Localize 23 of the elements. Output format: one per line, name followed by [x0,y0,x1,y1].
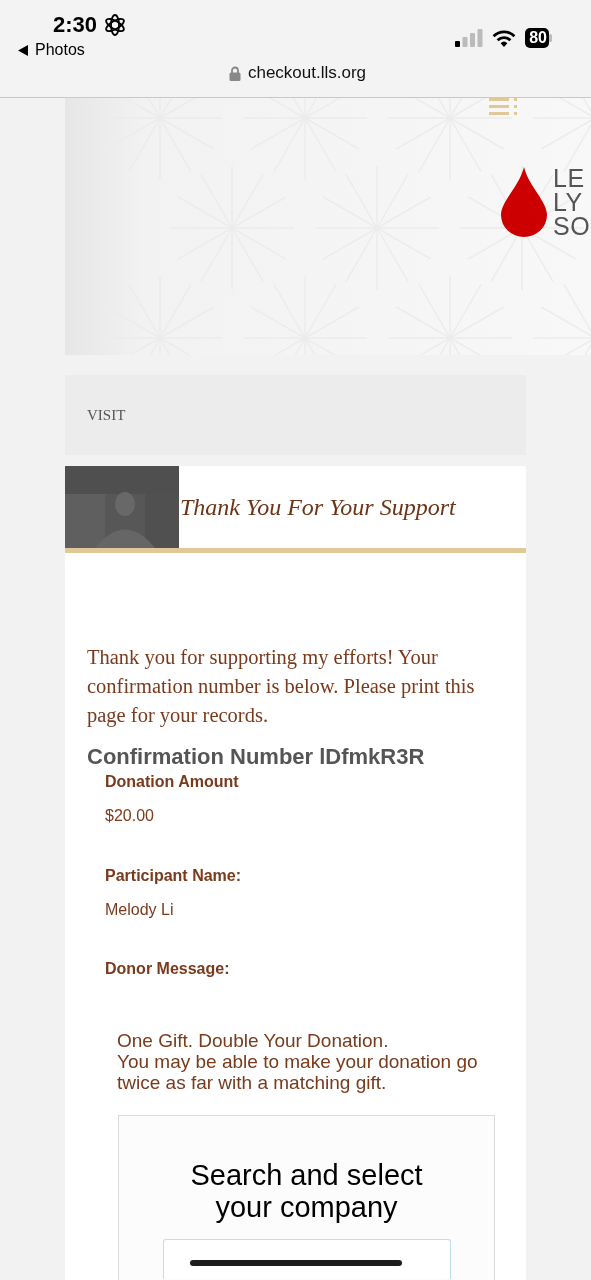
lock-icon [228,65,241,81]
clock-time: 2:30 [53,12,98,38]
field-label: Donor Message: [105,959,231,979]
wifi-icon [492,29,517,47]
back-arrow-icon [18,44,29,56]
search-title: Search and select your company [189,1159,424,1223]
flower-icon [103,13,128,37]
matching-text: You may be able to make your donation go twice as far with a matching gift. [117,1051,479,1093]
field-label: Participant Name: [105,866,243,886]
field-value: Melody Li [105,900,175,920]
logo-text[interactable]: LE LY SO [553,166,591,238]
menu-icon[interactable] [489,98,519,118]
url-text[interactable]: checkout.lls.org [247,63,367,83]
blood-drop-icon [501,167,547,237]
matching-headline: One Gift. Double Your Donation. [117,1030,390,1051]
confirmation-heading: Confirmation Number lDfmkR3R [87,743,426,771]
field-label: Donation Amount [105,772,240,792]
visit-link[interactable]: VISIT [87,406,126,424]
field-value: $20.00 [105,806,155,826]
signal-icon [455,29,484,47]
thank-you-message: Thank you for supporting my efforts! Your confirmation number is below. Please print this page for your records. [87,645,476,729]
banner-title: Thank You For Your Support [180,493,456,521]
back-link[interactable]: Photos [18,41,128,59]
